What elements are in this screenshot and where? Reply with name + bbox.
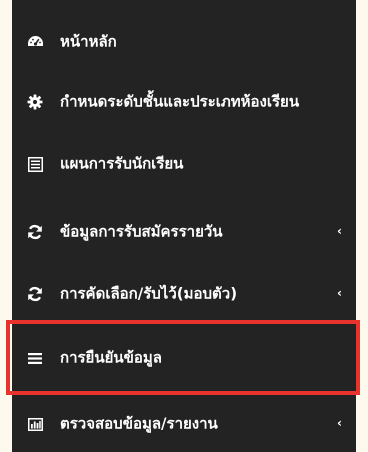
menu-item-label: การคัดเลือก/รับไว้(มอบตัว)	[60, 284, 238, 303]
gear-icon	[26, 93, 44, 111]
chevron-left-icon: ‹	[337, 223, 342, 238]
dashboard-icon	[26, 33, 44, 51]
menu-item-label: แผนการรับนักเรียน	[60, 154, 184, 173]
menu-item-label: ข้อมูลการรับสมัครรายวัน	[60, 222, 223, 241]
menu-item-selection[interactable]: การคัดเลือก/รับไว้(มอบตัว) ‹	[12, 268, 356, 320]
chevron-left-icon: ‹	[337, 285, 342, 300]
chevron-left-icon: ‹	[337, 415, 342, 430]
bar-chart-icon	[26, 415, 44, 433]
menu-item-data-confirmation[interactable]: การยืนยันข้อมูล	[12, 332, 356, 384]
list-document-icon	[26, 155, 44, 173]
page-background: หน้าหลัก กำหนดระดับชั้นและประเภทห้องเรีย…	[0, 0, 368, 452]
menu-item-label: กำหนดระดับชั้นและประเภทห้องเรียน	[60, 92, 300, 111]
menu-item-reports[interactable]: ตรวจสอบข้อมูล/รายงาน ‹	[12, 398, 356, 450]
menu-item-admission-plan[interactable]: แผนการรับนักเรียน	[12, 138, 356, 190]
menu-item-daily-applications[interactable]: ข้อมูลการรับสมัครรายวัน ‹	[12, 206, 356, 258]
refresh-icon	[26, 285, 44, 303]
menu-item-class-levels[interactable]: กำหนดระดับชั้นและประเภทห้องเรียน	[12, 76, 356, 128]
menu-item-label: การยืนยันข้อมูล	[60, 348, 162, 367]
menu-item-label: หน้าหลัก	[60, 32, 117, 51]
menu-item-home[interactable]: หน้าหลัก	[12, 16, 356, 68]
bars-icon	[26, 349, 44, 367]
refresh-icon	[26, 223, 44, 241]
menu-item-label: ตรวจสอบข้อมูล/รายงาน	[60, 414, 218, 433]
